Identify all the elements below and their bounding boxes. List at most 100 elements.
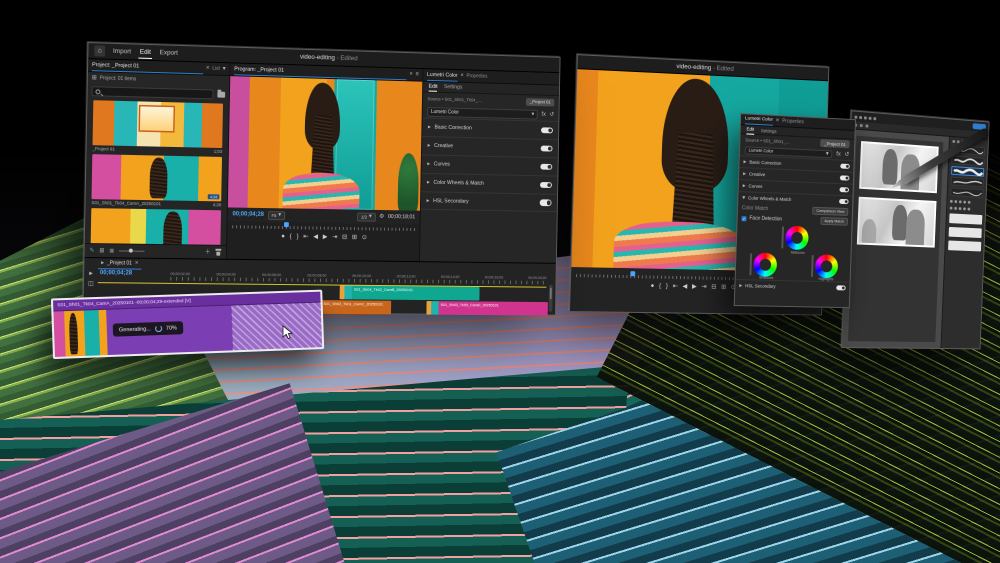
clip-thumbnail[interactable] bbox=[93, 100, 223, 148]
tab-lumetri-color[interactable]: Lumetri Color bbox=[745, 114, 773, 125]
razor-tool-icon[interactable]: ◫ bbox=[88, 281, 94, 287]
step-back-icon[interactable]: ◀ bbox=[313, 235, 318, 241]
swatch[interactable] bbox=[954, 200, 957, 203]
section-toggle[interactable] bbox=[540, 182, 552, 188]
extract-icon[interactable]: ⊞ bbox=[721, 285, 726, 291]
swatch[interactable] bbox=[968, 201, 971, 204]
extract-icon[interactable]: ⊞ bbox=[352, 235, 357, 241]
swatch[interactable] bbox=[954, 207, 957, 210]
shadows-slider[interactable] bbox=[749, 253, 752, 275]
swatch[interactable] bbox=[968, 208, 971, 211]
section-toggle[interactable] bbox=[541, 145, 553, 152]
grid-view-icon[interactable]: ⊞ bbox=[99, 248, 104, 254]
list-item[interactable]: 4;28 S01_Sh01_Tk04_CamA_20250101 4;28 bbox=[91, 154, 222, 207]
section-toggle[interactable] bbox=[540, 164, 552, 170]
highlights-wheel[interactable] bbox=[815, 254, 839, 278]
timeline-clip-pink[interactable]: S01_Sh03_Tk05_CamD_20250101 bbox=[426, 301, 548, 315]
trash-icon[interactable] bbox=[215, 249, 221, 256]
fx-badge-icon[interactable]: fx bbox=[542, 111, 546, 117]
target-chip[interactable]: _Project 01 bbox=[526, 98, 554, 106]
close-icon[interactable]: × bbox=[776, 118, 780, 124]
timeline-clip-teal[interactable]: S01_Sh04_Tk02_CamB_20250101 bbox=[340, 286, 480, 301]
face-detection-checkbox[interactable]: ✓ bbox=[742, 216, 747, 221]
go-to-out-icon[interactable]: ⇥ bbox=[701, 285, 706, 291]
swatch[interactable] bbox=[963, 201, 966, 204]
search-input[interactable] bbox=[103, 88, 209, 97]
close-icon[interactable]: × bbox=[460, 73, 463, 79]
brush-preset[interactable] bbox=[950, 187, 983, 198]
tool-icon[interactable] bbox=[859, 115, 862, 118]
subtab-edit[interactable]: Edit bbox=[429, 82, 438, 92]
swatch[interactable] bbox=[963, 207, 966, 210]
clip-thumbnail[interactable]: 1;18 bbox=[90, 208, 221, 245]
swatch[interactable] bbox=[950, 200, 953, 203]
mark-out-icon[interactable]: } bbox=[296, 234, 298, 240]
timeline-tab[interactable]: ▸ _Project 01 × bbox=[98, 258, 141, 269]
close-icon[interactable]: × bbox=[206, 66, 210, 72]
selection-tool-icon[interactable]: ► bbox=[88, 271, 94, 277]
brush-preset-selected[interactable] bbox=[951, 166, 984, 177]
close-icon[interactable]: × bbox=[409, 72, 412, 78]
layer-thumbnail[interactable] bbox=[949, 213, 982, 224]
target-chip[interactable]: _Project 01 bbox=[820, 139, 849, 148]
list-view-icon[interactable]: ≣ bbox=[109, 248, 114, 254]
subtab-settings[interactable]: Settings bbox=[444, 83, 463, 92]
shadows-wheel[interactable] bbox=[753, 253, 777, 277]
primary-action-button[interactable] bbox=[973, 123, 986, 130]
panel-menu-icon[interactable]: ≡ bbox=[415, 72, 418, 78]
reset-icon[interactable]: ↺ bbox=[549, 112, 554, 118]
add-marker-icon[interactable]: ● bbox=[650, 284, 654, 290]
brush-tool-icon[interactable] bbox=[961, 141, 964, 144]
brush-preset[interactable] bbox=[951, 177, 984, 188]
midtones-wheel[interactable] bbox=[785, 226, 809, 250]
grid-icon[interactable]: ⊞ bbox=[92, 75, 97, 81]
highlights-slider[interactable] bbox=[811, 255, 814, 277]
mark-out-icon[interactable]: } bbox=[666, 284, 668, 290]
menu-export[interactable]: Export bbox=[159, 47, 179, 59]
clip-thumbnail[interactable]: 4;28 bbox=[91, 154, 222, 201]
section-hsl-secondary[interactable]: ▸ HSL Secondary bbox=[421, 191, 557, 212]
section-toggle[interactable] bbox=[840, 164, 850, 169]
zoom-level-dropdown[interactable]: Fit ▾ bbox=[268, 211, 285, 220]
list-item[interactable]: _Project 01 1;03 bbox=[92, 100, 223, 154]
section-toggle[interactable] bbox=[839, 199, 849, 204]
export-frame-icon[interactable]: ⊙ bbox=[362, 235, 367, 241]
add-marker-icon[interactable]: ● bbox=[281, 234, 285, 240]
chevron-down-icon[interactable]: ▾ bbox=[223, 66, 226, 72]
swatch[interactable] bbox=[959, 200, 962, 203]
brush-tool-icon[interactable] bbox=[952, 140, 955, 143]
search-field[interactable] bbox=[91, 86, 213, 99]
go-to-in-icon[interactable]: ⇤ bbox=[303, 234, 308, 240]
current-timecode[interactable]: 00;00;04;28 bbox=[232, 211, 263, 217]
tool-icon[interactable] bbox=[864, 116, 867, 119]
new-item-icon[interactable]: ＋ bbox=[205, 249, 211, 255]
brush-tool-icon[interactable] bbox=[957, 140, 960, 143]
tab-properties[interactable]: Properties bbox=[466, 73, 487, 79]
lift-icon[interactable]: ⊟ bbox=[342, 235, 347, 241]
layer-thumbnail[interactable] bbox=[948, 240, 981, 251]
tool-icon[interactable] bbox=[873, 117, 876, 120]
comparison-view-button[interactable]: Comparison View bbox=[812, 207, 848, 216]
storyboard-frame-1[interactable] bbox=[859, 141, 939, 193]
playhead[interactable] bbox=[631, 271, 636, 276]
tab-lumetri-color[interactable]: Lumetri Color bbox=[427, 70, 458, 82]
section-toggle[interactable] bbox=[839, 187, 849, 192]
close-icon[interactable]: × bbox=[135, 261, 139, 267]
storyboard-canvas[interactable] bbox=[842, 129, 949, 348]
play-icon[interactable]: ▶ bbox=[323, 235, 328, 241]
step-back-icon[interactable]: ◀ bbox=[682, 284, 687, 290]
tool-icon[interactable] bbox=[854, 115, 857, 118]
go-to-in-icon[interactable]: ⇤ bbox=[673, 284, 678, 290]
brush-preset[interactable] bbox=[952, 155, 985, 166]
menu-import[interactable]: Import bbox=[112, 46, 132, 58]
swatch[interactable] bbox=[959, 207, 962, 210]
section-toggle[interactable] bbox=[836, 285, 846, 290]
resolution-dropdown[interactable]: 1/2 ▾ bbox=[357, 212, 375, 221]
storyboard-frame-2[interactable] bbox=[857, 197, 937, 248]
view-mode-button[interactable]: List bbox=[212, 66, 220, 72]
midtones-slider[interactable] bbox=[781, 226, 784, 248]
reset-icon[interactable]: ↺ bbox=[844, 152, 849, 158]
subtab-settings[interactable]: Settings bbox=[761, 126, 777, 135]
brush-preset[interactable] bbox=[952, 145, 985, 156]
list-item[interactable]: 1;18 S01_Sh04_Tk02_CamB_20250101 1;18 bbox=[90, 208, 221, 245]
